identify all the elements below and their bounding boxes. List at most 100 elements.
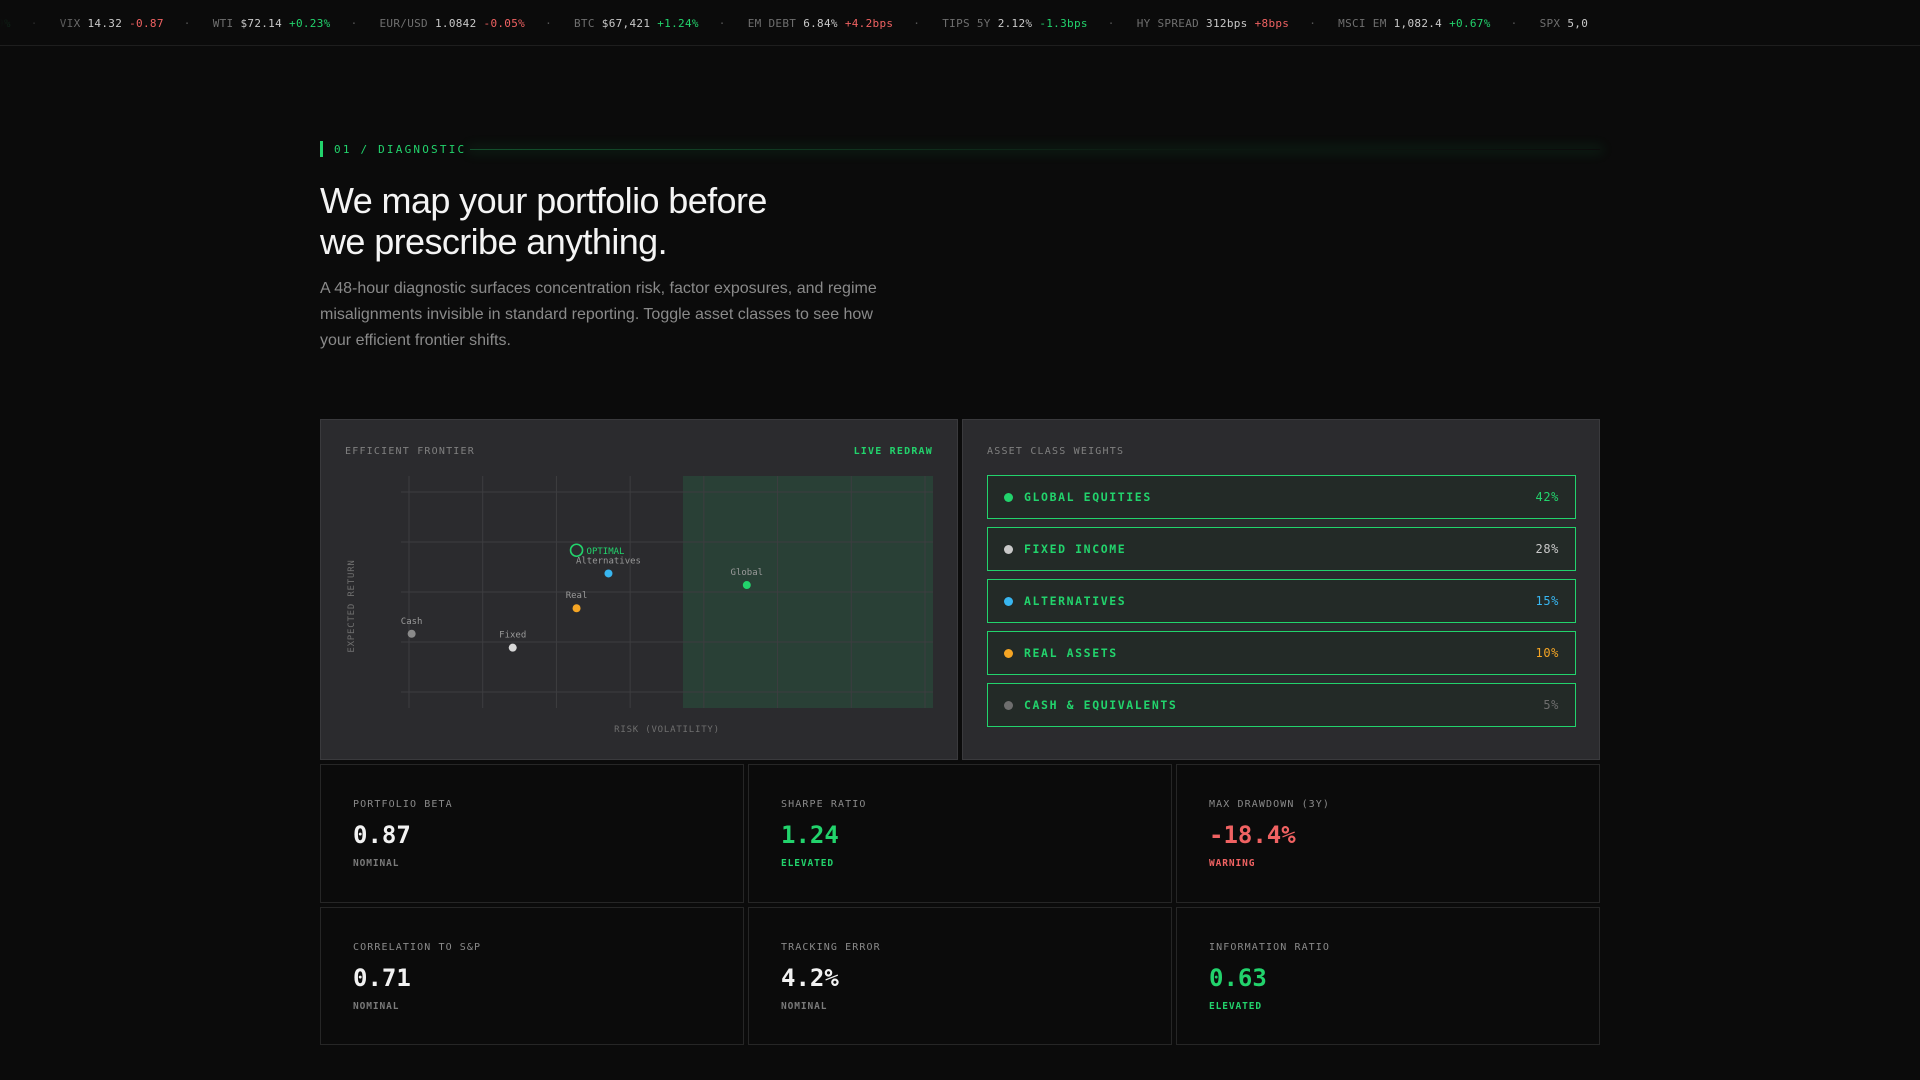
ticker-change: -1.3bps [1039,16,1088,30]
weight-toggle-alternatives[interactable]: ALTERNATIVES 15% [987,579,1576,623]
point-label-real: Real [566,591,588,601]
weight-label: ALTERNATIVES [1024,594,1127,608]
weight-pct: 42% [1535,490,1559,504]
ticker-symbol: MSCI EM [1338,16,1387,30]
ticker-change: +8bps [1254,16,1290,30]
ticker-change: +0.67% [1449,16,1491,30]
weight-pct: 5% [1543,698,1559,712]
page-headline: We map your portfolio before we prescrib… [320,180,1020,262]
ticker-separator: · [913,16,921,30]
ticker-change: -0.87 [129,16,164,30]
ticker-symbol: BTC [574,16,595,30]
ticker-symbol: HY SPREAD [1136,16,1200,30]
ticker-separator: · [545,16,552,30]
efficient-frontier-panel: EFFICIENT FRONTIER LIVE REDRAW RISK (VOL… [320,419,958,760]
lead-paragraph: A 48-hour diagnostic surfaces concentrat… [320,280,877,349]
point-cash [407,629,416,638]
fixed-income-dot-icon [1004,544,1013,554]
ticker-symbol: WTI [212,16,234,30]
weight-toggle-cash[interactable]: CASH & EQUIVALENTS 5% [987,683,1576,727]
weight-label: GLOBAL EQUITIES [1024,490,1152,504]
cash-dot-icon [1004,700,1013,710]
metric-tracking-error: TRACKING ERROR 4.2% NOMINAL [748,906,1172,1045]
ticker-value: 5,0 [1567,16,1589,30]
metric-status: WARNING [1209,858,1256,869]
x-axis-label: RISK (VOLATILITY) [614,725,720,735]
weight-pct: 15% [1535,594,1559,608]
metrics-grid: PORTFOLIO BETA 0.87 NOMINAL SHARPE RATIO… [320,764,1600,1045]
weight-label: REAL ASSETS [1024,646,1118,660]
ticker-item: EM DEBT 6.84% +4.2bps [748,17,894,30]
weight-label: CASH & EQUIVALENTS [1024,698,1178,712]
metric-value: 0.63 [1209,963,1267,992]
ticker-separator: · [1309,16,1317,30]
metric-value: 1.24 [781,821,839,849]
metric-portfolio-beta: PORTFOLIO BETA 0.87 NOMINAL [320,764,744,903]
ticker-change: -0.05% [483,16,526,30]
frontier-chart[interactable]: RISK (VOLATILITY) EXPECTED RETURN Cash Fixe… [321,420,957,759]
weight-toggle-global-equities[interactable]: GLOBAL EQUITIES 42% [987,475,1576,519]
ticker-fade-left [0,0,80,45]
ticker-item: MSCI EM 1,082.4 +0.67% [1338,17,1490,30]
section-label: 01 / DIAGNOSTIC [320,141,466,157]
global-equities-dot-icon [1004,492,1013,502]
metric-information-ratio: INFORMATION RATIO 0.63 ELEVATED [1176,906,1600,1045]
ticker-separator: · [183,16,191,30]
alternatives-dot-icon [1004,596,1013,606]
metric-value: 0.71 [353,963,411,992]
metric-label: SHARPE RATIO [781,799,867,810]
asset-weights-panel: ASSET CLASS WEIGHTS GLOBAL EQUITIES 42% … [962,419,1600,760]
ticker-value: 1.0842 [434,16,477,30]
y-axis-label: EXPECTED RETURN [347,559,357,652]
ticker-symbol: EUR/USD [379,16,428,30]
metric-status: ELEVATED [781,858,834,869]
metric-value: -18.4% [1209,821,1296,849]
ticker-item: BTC $67,421 +1.24% [574,17,699,30]
metric-label: TRACKING ERROR [781,941,881,953]
market-ticker: 89%·VIX14.32-0.87·WTI$72.14+0.23%·EUR/US… [0,0,1920,46]
metric-status: NOMINAL [353,1000,400,1012]
headline-line-1: We map your portfolio before [320,180,767,221]
metric-correlation: CORRELATION TO S&P 0.71 NOMINAL [320,906,744,1045]
ticker-value: $72.14 [240,16,283,30]
point-fixed [508,643,517,652]
metric-max-drawdown: MAX DRAWDOWN (3Y) -18.4% WARNING [1176,764,1600,903]
weight-toggle-fixed-income[interactable]: FIXED INCOME 28% [987,527,1576,571]
ticker-separator: · [1107,16,1115,30]
ticker-symbol: TIPS 5Y [942,16,991,30]
ticker-separator: · [1510,16,1518,30]
real-assets-dot-icon [1004,648,1013,658]
point-global [742,581,751,590]
ticker-item: TIPS 5Y 2.12% -1.3bps [942,17,1088,30]
point-label-global: Global [731,568,764,578]
headline-line-2: we prescribe anything. [320,221,668,262]
ticker-change: +1.24% [657,16,699,30]
weights-title: ASSET CLASS WEIGHTS [987,446,1125,457]
ticker-item: EUR/USD 1.0842 -0.05% [380,17,526,30]
section-divider [470,149,1600,150]
optimal-label: OPTIMAL [587,547,625,557]
point-label-alternatives: Alternatives [576,556,641,566]
ticker-symbol: SPX [1539,16,1561,30]
weight-toggle-real-assets[interactable]: REAL ASSETS 10% [987,631,1576,675]
metric-status: NOMINAL [353,858,400,869]
ticker-value: $67,421 [601,16,651,30]
ticker-value: 6.84% [803,16,838,30]
metric-status: NOMINAL [781,1000,828,1012]
metric-value: 0.87 [353,821,411,849]
ticker-value: 1,082.4 [1393,16,1443,30]
ticker-value: 2.12% [997,16,1033,30]
ticker-track: 89%·VIX14.32-0.87·WTI$72.14+0.23%·EUR/US… [0,0,1596,45]
ticker-fade-right [1840,0,1920,45]
point-label-fixed: Fixed [499,631,526,641]
ticker-change: +4.2bps [844,16,894,30]
ticker-item: SPX 5,0 [1540,17,1596,30]
point-label-cash: Cash [401,617,423,627]
weight-pct: 28% [1535,542,1559,556]
ticker-value: 14.32 [87,16,123,30]
point-real [572,604,581,613]
point-alternatives [604,569,613,578]
ticker-item: WTI $72.14 +0.23% [213,17,331,30]
metric-label: INFORMATION RATIO [1209,941,1331,953]
ticker-value: 312bps [1206,16,1248,30]
